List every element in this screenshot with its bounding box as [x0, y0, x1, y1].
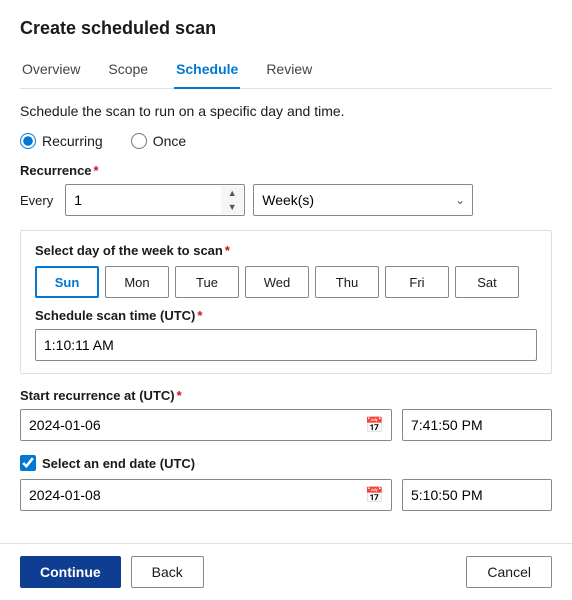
recurring-label: Recurring — [42, 133, 103, 149]
spinner-down-button[interactable]: ▼ — [221, 200, 243, 214]
end-date-row: 📅 — [20, 479, 552, 511]
period-select[interactable]: Week(s) Day(s) Month(s) — [253, 184, 473, 216]
end-date-checkbox[interactable] — [20, 455, 36, 471]
recurrence-number-wrapper: ▲ ▼ — [65, 184, 245, 216]
scan-time-input[interactable] — [35, 329, 537, 361]
end-time-input[interactable] — [402, 479, 552, 511]
start-recurrence-row: 📅 — [20, 409, 552, 441]
start-date-wrapper: 📅 — [20, 409, 392, 441]
day-of-week-required: * — [225, 243, 230, 258]
tab-overview[interactable]: Overview — [20, 55, 82, 89]
page-title: Create scheduled scan — [20, 18, 552, 39]
every-label: Every — [20, 193, 53, 208]
once-radio[interactable] — [131, 133, 147, 149]
recurrence-type-group: Recurring Once — [20, 133, 552, 149]
day-of-week-section: Select day of the week to scan* Sun Mon … — [20, 230, 552, 374]
cancel-button[interactable]: Cancel — [466, 556, 552, 588]
description-text: Schedule the scan to run on a specific d… — [20, 103, 552, 119]
start-recurrence-label: Start recurrence at (UTC)* — [20, 388, 552, 403]
continue-button[interactable]: Continue — [20, 556, 121, 588]
end-date-section: Select an end date (UTC) 📅 — [20, 455, 552, 511]
day-sat-button[interactable]: Sat — [455, 266, 519, 298]
day-wed-button[interactable]: Wed — [245, 266, 309, 298]
recurring-radio[interactable] — [20, 133, 36, 149]
days-row: Sun Mon Tue Wed Thu Fri Sat — [35, 266, 537, 298]
end-date-checkbox-label[interactable]: Select an end date (UTC) — [42, 456, 195, 471]
recurring-radio-label[interactable]: Recurring — [20, 133, 103, 149]
day-of-week-label: Select day of the week to scan* — [35, 243, 537, 258]
once-radio-label[interactable]: Once — [131, 133, 186, 149]
start-recurrence-required: * — [177, 388, 182, 403]
period-select-wrapper: Week(s) Day(s) Month(s) ⌄ — [253, 184, 473, 216]
start-date-input[interactable] — [20, 409, 392, 441]
scan-time-required: * — [197, 308, 202, 323]
recurrence-field-label: Recurrence* — [20, 163, 552, 178]
day-sun-button[interactable]: Sun — [35, 266, 99, 298]
recurrence-required: * — [94, 163, 99, 178]
back-button[interactable]: Back — [131, 556, 204, 588]
tab-bar: Overview Scope Schedule Review — [20, 55, 552, 89]
day-fri-button[interactable]: Fri — [385, 266, 449, 298]
day-thu-button[interactable]: Thu — [315, 266, 379, 298]
tab-scope[interactable]: Scope — [106, 55, 150, 89]
spinner-buttons: ▲ ▼ — [221, 186, 243, 214]
spinner-up-button[interactable]: ▲ — [221, 186, 243, 200]
scan-time-label: Schedule scan time (UTC)* — [35, 308, 537, 323]
footer: Continue Back Cancel — [0, 543, 572, 600]
end-date-input[interactable] — [20, 479, 392, 511]
tab-review[interactable]: Review — [264, 55, 314, 89]
recurrence-number-input[interactable] — [65, 184, 245, 216]
tab-schedule[interactable]: Schedule — [174, 55, 240, 89]
day-mon-button[interactable]: Mon — [105, 266, 169, 298]
recurrence-row: Every ▲ ▼ Week(s) Day(s) Month(s) ⌄ — [20, 184, 552, 216]
end-date-checkbox-row: Select an end date (UTC) — [20, 455, 552, 471]
start-time-input[interactable] — [402, 409, 552, 441]
footer-left-buttons: Continue Back — [20, 556, 204, 588]
end-date-wrapper: 📅 — [20, 479, 392, 511]
once-label: Once — [153, 133, 186, 149]
day-tue-button[interactable]: Tue — [175, 266, 239, 298]
